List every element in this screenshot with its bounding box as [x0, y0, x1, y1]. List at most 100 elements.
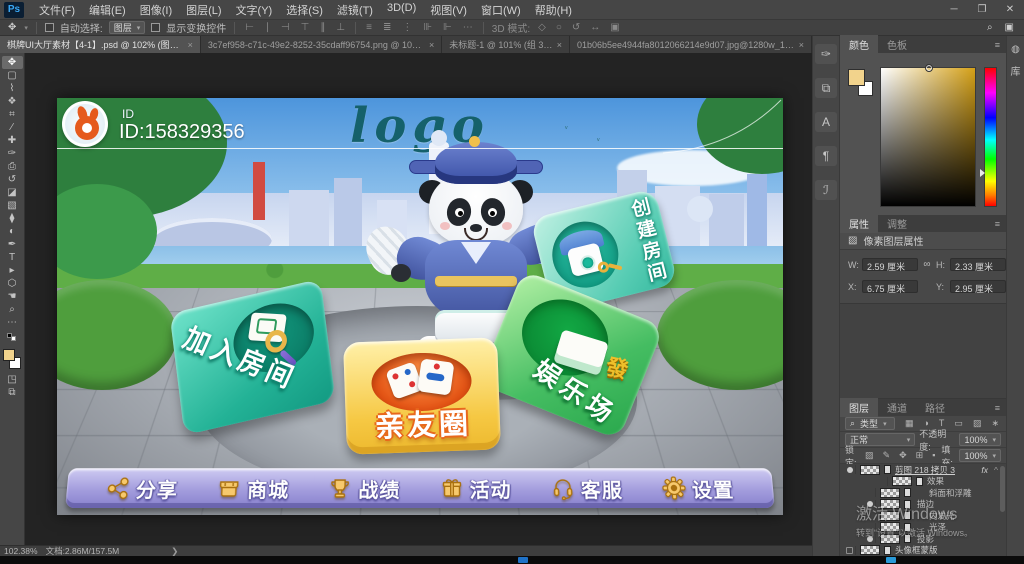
foreground-color-swatch[interactable]: [848, 69, 865, 86]
height-field[interactable]: 2.33 厘米: [950, 258, 1006, 271]
distribute-icon[interactable]: ≡: [364, 22, 374, 33]
hue-slider[interactable]: [984, 67, 997, 207]
minimize-button[interactable]: ─: [940, 1, 968, 18]
tab-channels[interactable]: 通道: [878, 398, 916, 417]
gradient-tool[interactable]: ▧: [2, 199, 23, 212]
lock-icon[interactable]: ▨: [863, 450, 876, 461]
menu-item[interactable]: 3D(D): [380, 0, 423, 20]
search-icon[interactable]: ⌕: [985, 22, 995, 33]
service-button[interactable]: 客服: [550, 474, 623, 503]
layer-thumbnail[interactable]: [880, 499, 900, 509]
menu-item[interactable]: 窗口(W): [474, 0, 528, 20]
align-icon[interactable]: ∥: [318, 22, 327, 33]
libraries-panel-strip[interactable]: ◍ 库: [1006, 36, 1024, 556]
zoom-tool[interactable]: ⌕: [2, 303, 23, 316]
visibility-toggle[interactable]: [864, 523, 876, 532]
layer-thumbnail[interactable]: [892, 476, 912, 486]
3d-mode-icon[interactable]: ▣: [608, 22, 621, 33]
rectangular-marquee-tool[interactable]: ▢: [2, 69, 23, 82]
align-icon[interactable]: ∣: [263, 22, 272, 33]
clone-stamp-tool[interactable]: ⎙: [2, 160, 23, 173]
layer-row[interactable]: 剪图 218 拷贝 3 fx ^: [840, 464, 1006, 476]
friends-circle-button[interactable]: 亲友圈: [343, 337, 501, 454]
tab-paths[interactable]: 路径: [916, 398, 954, 417]
tab-swatches[interactable]: 色板: [878, 35, 916, 54]
pen-tool[interactable]: ✒: [2, 238, 23, 251]
more-tools[interactable]: ⋯: [2, 316, 23, 329]
layer-thumbnail[interactable]: [880, 534, 900, 544]
layer-fx-badge[interactable]: fx: [981, 465, 990, 475]
layer-row[interactable]: 效果: [840, 476, 1006, 488]
zoom-level[interactable]: 102.38%: [4, 546, 38, 556]
menu-item[interactable]: 图像(I): [133, 0, 179, 20]
layer-thumbnail[interactable]: [880, 511, 900, 521]
panel-menu-icon[interactable]: ≡: [995, 219, 1006, 229]
visibility-toggle[interactable]: [844, 546, 856, 555]
status-chevron-icon[interactable]: ❯: [171, 546, 178, 557]
layer-row[interactable]: 光泽: [840, 522, 1006, 534]
3d-mode-icon[interactable]: ↺: [570, 22, 582, 33]
crop-tool[interactable]: ⌗: [2, 108, 23, 121]
color-picker-marker[interactable]: [925, 64, 933, 72]
tab-color[interactable]: 颜色: [840, 35, 878, 54]
dodge-tool[interactable]: ◐: [2, 225, 23, 238]
menu-item[interactable]: 图层(L): [179, 0, 228, 20]
path-selection-tool[interactable]: ▸: [2, 264, 23, 277]
menu-item[interactable]: 文字(Y): [229, 0, 280, 20]
distribute-icon[interactable]: ⋮: [400, 22, 414, 33]
layer-filter-icon[interactable]: ∗: [989, 418, 1001, 429]
panel-menu-icon[interactable]: ≡: [995, 403, 1006, 413]
align-icon[interactable]: ⊤: [299, 22, 312, 33]
width-field[interactable]: 2.59 厘米: [862, 258, 918, 271]
foreground-color-swatch[interactable]: [3, 349, 15, 361]
menu-item[interactable]: 文件(F): [32, 0, 82, 20]
distribute-icon[interactable]: ≣: [381, 22, 393, 33]
3d-mode-icon[interactable]: ↔: [588, 22, 602, 33]
lock-icon[interactable]: ▪: [930, 450, 937, 461]
tab-layers[interactable]: 图层: [840, 398, 878, 417]
layer-thumbnail[interactable]: [860, 545, 880, 555]
3d-mode-icon[interactable]: ○: [554, 22, 564, 33]
canvas-area[interactable]: logo ᵛ ᵛ: [25, 53, 812, 545]
align-icon[interactable]: ⊣: [279, 22, 292, 33]
layer-row[interactable]: 描边: [840, 499, 1006, 511]
document-tab[interactable]: 未标题-1 @ 101% (组 365, RGB/... ×: [442, 36, 570, 53]
layer-row[interactable]: 斜面和浮雕: [840, 487, 1006, 499]
visibility-toggle[interactable]: [876, 477, 888, 486]
record-button[interactable]: 战绩: [328, 474, 400, 503]
distribute-icon[interactable]: ⊩: [441, 22, 454, 33]
menu-item[interactable]: 视图(V): [423, 0, 474, 20]
workspace-icon[interactable]: ▣: [1003, 22, 1016, 33]
layer-filter-dropdown[interactable]: ⌕ 类型▾: [845, 417, 895, 430]
menu-item[interactable]: 编辑(E): [82, 0, 133, 20]
link-dimensions-icon[interactable]: ∞: [918, 259, 936, 270]
history-brush-tool[interactable]: ↺: [2, 173, 23, 186]
document-tab[interactable]: 棋牌UI大厅素材【4-1】.psd @ 102% (图层 1136, RGB/8…: [0, 36, 201, 53]
default-colors-icon[interactable]: [7, 333, 17, 341]
layer-thumbnail[interactable]: [880, 522, 900, 532]
visibility-toggle[interactable]: [864, 534, 876, 543]
distribute-icon[interactable]: ⋯: [461, 22, 475, 33]
scrollbar[interactable]: [1000, 466, 1005, 512]
menu-item[interactable]: 选择(S): [279, 0, 330, 20]
y-field[interactable]: 2.95 厘米: [950, 280, 1006, 293]
layer-filter-icon[interactable]: ▨: [971, 418, 984, 429]
tab-properties[interactable]: 属性: [840, 214, 878, 233]
move-tool-icon[interactable]: ✥: [6, 22, 18, 33]
menu-item[interactable]: 滤镜(T): [330, 0, 380, 20]
visibility-toggle[interactable]: [864, 488, 876, 497]
layer-row[interactable]: 头像框蒙版: [840, 545, 1006, 557]
glyphs-panel-icon[interactable]: ℐ: [815, 180, 837, 200]
visibility-toggle[interactable]: [844, 465, 856, 474]
lock-icon[interactable]: ✥: [897, 450, 909, 461]
saturation-brightness-picker[interactable]: [880, 67, 976, 207]
shop-button[interactable]: 商城: [217, 474, 290, 503]
settings-button[interactable]: 设置: [661, 474, 735, 503]
tab-close-icon[interactable]: ×: [429, 40, 434, 50]
quick-selection-tool[interactable]: ❖: [2, 95, 23, 108]
paragraph-panel-icon[interactable]: ¶: [815, 146, 837, 166]
layer-row[interactable]: 投影: [840, 533, 1006, 545]
share-button[interactable]: 分享: [105, 474, 179, 503]
quick-mask-button[interactable]: ◳: [2, 373, 23, 386]
character-panel-icon[interactable]: A: [815, 112, 837, 132]
